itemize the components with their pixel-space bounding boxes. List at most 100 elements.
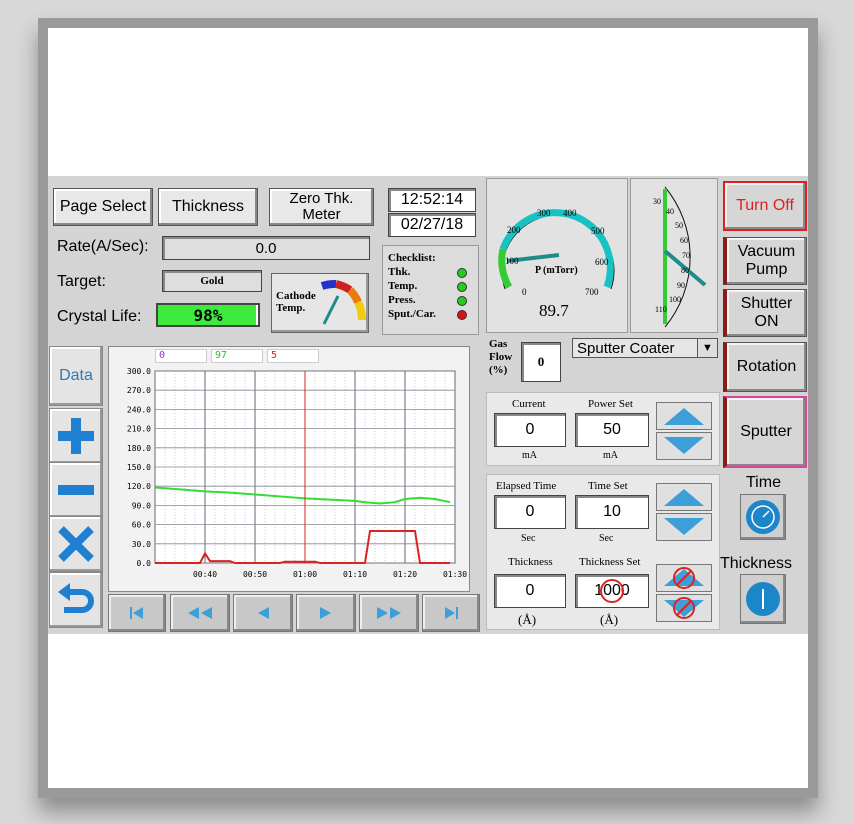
vertical-tick-label: 60 (680, 236, 688, 245)
checklist-title: Checklist: (388, 252, 436, 264)
vertical-gauge-dial (663, 186, 707, 328)
sputter-button[interactable]: Sputter (723, 396, 807, 468)
pressure-tick-label: 0 (522, 287, 527, 297)
vertical-tick-label: 110 (655, 305, 667, 314)
time-set-input[interactable]: 10 (575, 495, 649, 529)
crystal-life-label: Crystal Life: (57, 308, 142, 325)
power-set-unit: mA (603, 450, 618, 461)
thickness-up-button[interactable] (656, 564, 712, 592)
checklist-item-label: Temp. (388, 280, 418, 292)
gas-flow-value[interactable]: 0 (521, 342, 561, 382)
y-tick-label: 90.0 (132, 501, 151, 510)
thk-status-led (457, 268, 467, 278)
thickness-button[interactable] (740, 574, 786, 624)
minus-icon (58, 485, 94, 495)
vertical-tick-label: 90 (677, 281, 685, 290)
pressure-unit-label: P (mTorr) (535, 265, 578, 276)
play-icon (320, 607, 331, 619)
pressure-tick-label: 200 (507, 225, 521, 235)
thickness-set-unit: (Å) (600, 612, 619, 627)
power-up-button[interactable] (656, 402, 712, 430)
sput-car-status-led (457, 310, 467, 320)
back-button[interactable] (49, 572, 103, 628)
mode-select-value: Sputter Coater (577, 340, 675, 357)
elapsed-time-unit: Sec (521, 533, 536, 544)
step-forward-button[interactable] (296, 594, 356, 632)
current-label: Current (512, 398, 546, 410)
thickness-read-label: Thickness (508, 556, 553, 568)
cathode-temp-gauge-icon (320, 279, 366, 325)
target-label: Target: (57, 273, 106, 290)
info-icon (746, 582, 780, 616)
fast-forward-button[interactable] (359, 594, 419, 632)
fast-forward-icon (377, 607, 401, 619)
zoom-in-button[interactable] (49, 408, 103, 464)
pressure-tick-label: 600 (595, 257, 609, 267)
turn-off-button[interactable]: Turn Off (723, 181, 807, 231)
y-tick-label: 180.0 (127, 444, 151, 453)
checklist-panel: Checklist: Thk. Temp. Press. Sput./Car. (382, 245, 479, 335)
page-select-button[interactable]: Page Select (53, 188, 153, 226)
pressure-tick-label: 100 (505, 256, 519, 266)
data-button[interactable]: Data (49, 346, 103, 406)
thickness-read-unit: (Å) (518, 612, 537, 627)
last-page-button[interactable] (422, 594, 480, 632)
vertical-tick-label: 30 (653, 197, 661, 206)
vertical-tick-label: 80 (681, 266, 689, 275)
elapsed-time-value: 0 (494, 495, 566, 529)
current-unit: mA (522, 450, 537, 461)
zero-thickness-meter-button[interactable]: Zero Thk. Meter (269, 188, 374, 226)
thickness-down-button[interactable] (656, 594, 712, 622)
step-back-button[interactable] (233, 594, 293, 632)
rotation-button[interactable]: Rotation (723, 342, 807, 392)
y-tick-label: 210.0 (127, 425, 151, 434)
vertical-tick-label: 70 (682, 251, 690, 260)
cathode-temp-widget: Cathode Temp. (271, 273, 369, 333)
clock-date: 02/27/18 (388, 213, 476, 237)
mode-select[interactable]: Sputter Coater ▼ (572, 338, 718, 358)
pressure-tick-label: 700 (585, 287, 599, 297)
vacuum-pump-button[interactable]: Vacuum Pump (723, 237, 807, 285)
thickness-page-button[interactable]: Thickness (158, 188, 258, 226)
clock-icon (746, 500, 780, 534)
zoom-out-button[interactable] (49, 462, 103, 518)
thickness-set-input[interactable]: 1000 (575, 574, 649, 608)
power-down-button[interactable] (656, 432, 712, 460)
checklist-item-label: Thk. (388, 266, 411, 278)
rewind-icon (188, 607, 212, 619)
pressure-tick-label: 500 (591, 226, 605, 236)
pressure-tick-label: 400 (563, 208, 577, 218)
x-tick-label: 01:00 (293, 570, 317, 579)
clear-button[interactable] (49, 516, 103, 572)
y-tick-label: 240.0 (127, 405, 151, 414)
trend-chart-plot: 300.0 270.0 240.0 210.0 180.0 150.0 120.0 90.0 6… (127, 367, 467, 579)
rewind-button[interactable] (170, 594, 230, 632)
pressure-value: 89.7 (539, 301, 569, 320)
y-tick-label: 0.0 (137, 559, 152, 568)
rate-label: Rate(A/Sec): (57, 238, 149, 255)
elapsed-time-label: Elapsed Time (496, 480, 557, 492)
time-down-button[interactable] (656, 513, 712, 541)
shutter-on-button[interactable]: Shutter ON (723, 289, 807, 337)
x-tick-label: 01:30 (443, 570, 467, 579)
rate-value: 0.0 (162, 236, 370, 260)
disabled-marker-icon (600, 579, 624, 603)
triangle-up-disabled-icon (664, 567, 704, 589)
triangle-down-icon (664, 518, 704, 535)
power-set-label: Power Set (588, 398, 633, 410)
thickness-set-label: Thickness Set (579, 556, 641, 568)
legend-value: 0 (155, 349, 207, 363)
x-tick-label: 01:20 (393, 570, 417, 579)
vertical-tick-label: 40 (666, 207, 674, 216)
y-tick-label: 120.0 (127, 482, 151, 491)
close-icon (58, 526, 94, 562)
first-page-button[interactable] (108, 594, 166, 632)
vertical-gauge: 30 40 50 60 70 80 90 100 110 (630, 178, 718, 333)
skip-back-icon (130, 607, 143, 619)
time-button[interactable] (740, 494, 786, 540)
power-set-input[interactable]: 50 (575, 413, 649, 447)
time-up-button[interactable] (656, 483, 712, 511)
chevron-down-icon[interactable]: ▼ (697, 339, 717, 357)
cathode-temp-label: Cathode Temp. (276, 290, 316, 314)
triangle-up-icon (664, 408, 704, 425)
